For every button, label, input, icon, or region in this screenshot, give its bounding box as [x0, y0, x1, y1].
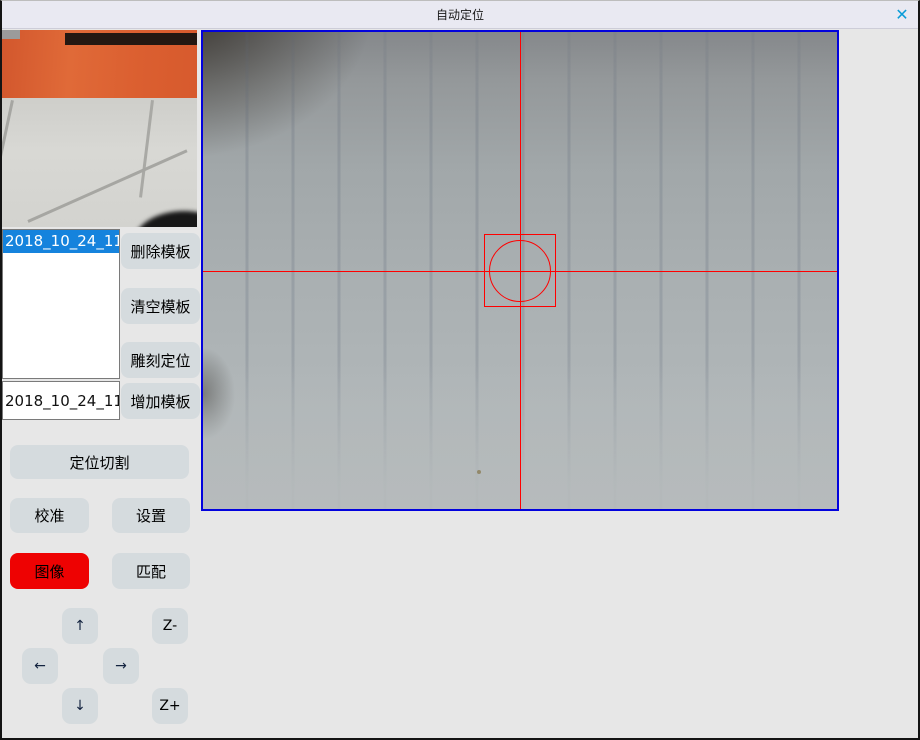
- image-mode-button[interactable]: 图像: [10, 553, 89, 589]
- template-list[interactable]: 2018_10_24_11: [2, 229, 120, 379]
- z-minus-label: Z-: [163, 618, 177, 634]
- match-region-circle: [489, 240, 551, 302]
- position-cut-button[interactable]: 定位切割: [10, 445, 189, 479]
- close-icon: ✕: [895, 5, 908, 24]
- delete-template-button[interactable]: 删除模板: [121, 233, 200, 269]
- match-button[interactable]: 匹配: [112, 553, 190, 589]
- clear-templates-button[interactable]: 清空模板: [121, 288, 200, 324]
- template-list-item-selected[interactable]: 2018_10_24_11: [3, 230, 119, 253]
- jog-left-button[interactable]: ←: [22, 648, 58, 684]
- preview-dark-object: [134, 211, 197, 227]
- jog-down-button[interactable]: ↓: [62, 688, 98, 724]
- window-title: 自动定位: [436, 6, 484, 23]
- z-plus-label: Z+: [159, 698, 180, 714]
- preview-gray-patch: [2, 30, 20, 39]
- preview-tile-line: [2, 100, 14, 227]
- settings-button[interactable]: 设置: [112, 498, 190, 533]
- preview-tile-line: [27, 149, 187, 223]
- engrave-position-button[interactable]: 雕刻定位: [121, 342, 200, 378]
- right-arrow-icon: →: [115, 658, 127, 674]
- preview-dark-bar: [65, 33, 197, 45]
- left-arrow-icon: ←: [34, 658, 46, 674]
- add-template-button[interactable]: 增加模板: [121, 383, 200, 419]
- camera-view: [201, 30, 839, 511]
- jog-up-button[interactable]: ↑: [62, 608, 98, 644]
- camera-image-speck: [477, 470, 481, 474]
- titlebar: 自动定位 ✕: [2, 1, 918, 29]
- calibrate-button[interactable]: 校准: [10, 498, 89, 533]
- jog-z-plus-button[interactable]: Z+: [152, 688, 188, 724]
- template-name-input[interactable]: [2, 381, 120, 420]
- auto-position-dialog: 自动定位 ✕ 2018_10_24_11 删除模板 清空模板 雕刻定位 增加模板…: [0, 0, 920, 740]
- jog-z-minus-button[interactable]: Z-: [152, 608, 188, 644]
- close-button[interactable]: ✕: [891, 4, 913, 26]
- preview-tile-line: [139, 100, 154, 198]
- jog-right-button[interactable]: →: [103, 648, 139, 684]
- template-preview-image: [2, 30, 197, 227]
- down-arrow-icon: ↓: [74, 698, 86, 714]
- up-arrow-icon: ↑: [74, 618, 86, 634]
